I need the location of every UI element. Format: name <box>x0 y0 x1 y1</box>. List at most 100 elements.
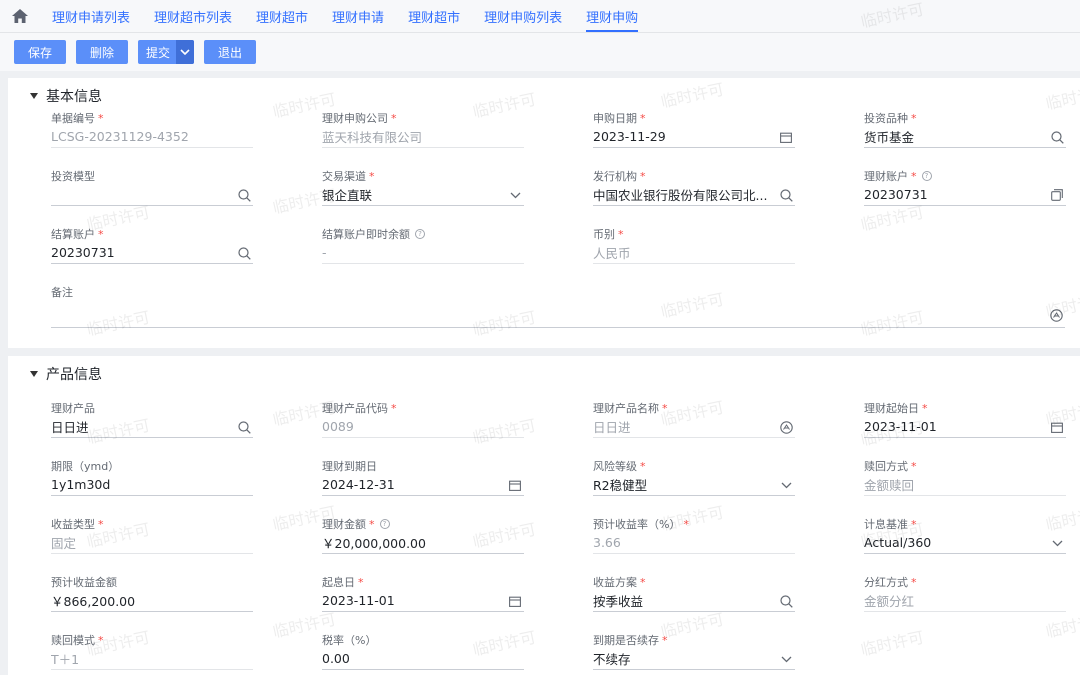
trade-channel-field[interactable]: 交易渠道 * 银企直联 <box>322 168 524 206</box>
purchase-date-value[interactable]: 2023-11-29 <box>593 129 666 144</box>
field-label: 投资模型 <box>51 170 95 183</box>
expected-rate-field: 预计收益率（%） * 3.66 <box>593 516 795 554</box>
invest-variety-value[interactable]: 货币基金 <box>864 127 914 146</box>
value-date-value[interactable]: 2023-11-01 <box>322 593 395 608</box>
tab-market[interactable]: 理财超市 <box>244 0 320 32</box>
field-label: 理财账户 <box>864 170 908 183</box>
tab-apply-list[interactable]: 理财申请列表 <box>40 0 142 32</box>
calendar-icon[interactable] <box>779 130 793 144</box>
income-scheme-value[interactable]: 按季收益 <box>593 591 643 610</box>
settle-account-field[interactable]: 结算账户 * 20230731 <box>51 226 253 264</box>
home-icon[interactable] <box>0 0 40 32</box>
calendar-icon[interactable] <box>1050 420 1064 434</box>
tab-purchase[interactable]: 理财申购 <box>574 0 650 32</box>
company-value: 蓝天科技有限公司 <box>322 130 423 145</box>
translate-icon[interactable] <box>1049 308 1063 322</box>
copy-icon[interactable] <box>1050 188 1064 202</box>
save-button[interactable]: 保存 <box>14 40 67 64</box>
submit-button[interactable]: 提交 <box>138 40 176 64</box>
field-label: 结算账户即时余额 <box>322 228 410 241</box>
basic-info-panel: 基本信息 单据编号 * LCSG-20231129-4352 理财申购公司 * 蓝天… <box>8 78 1080 348</box>
field-label: 理财产品名称 <box>593 402 659 415</box>
amount-field[interactable]: 理财金额 *? ￥20,000,000.00 <box>322 516 524 554</box>
exit-button[interactable]: 退出 <box>204 40 257 64</box>
search-icon[interactable] <box>237 246 251 260</box>
tax-rate-value[interactable]: 0.00 <box>322 651 350 666</box>
trade-channel-value[interactable]: 银企直联 <box>322 185 372 204</box>
field-label: 理财起始日 <box>864 402 919 415</box>
product-field[interactable]: 理财产品 日日进 <box>51 400 253 438</box>
remark-field[interactable]: 备注 <box>51 284 1065 328</box>
balance-value: - <box>322 245 327 260</box>
search-icon[interactable] <box>237 420 251 434</box>
search-icon[interactable] <box>779 188 793 202</box>
risk-level-value[interactable]: R2稳健型 <box>593 475 647 494</box>
maturity-date-field[interactable]: 理财到期日 2024-12-31 <box>322 458 524 496</box>
maturity-date-value[interactable]: 2024-12-31 <box>322 477 395 492</box>
expected-income-field[interactable]: 预计收益金额 ￥866,200.00 <box>51 574 253 612</box>
issuer-value[interactable]: 中国农业银行股份有限公司北... <box>593 185 767 204</box>
dividend-way-field: 分红方式 * 金额分红 <box>864 574 1066 612</box>
tab-market-2[interactable]: 理财超市 <box>396 0 472 32</box>
product-value[interactable]: 日日进 <box>51 417 89 436</box>
search-icon[interactable] <box>1050 130 1064 144</box>
translate-icon[interactable] <box>779 420 793 434</box>
tax-rate-field[interactable]: 税率（%） 0.00 <box>322 632 524 670</box>
field-label: 预计收益金额 <box>51 576 117 589</box>
risk-level-field[interactable]: 风险等级 * R2稳健型 <box>593 458 795 496</box>
section-title: 产品信息 <box>46 367 102 383</box>
field-label: 发行机构 <box>593 170 637 183</box>
field-label: 结算账户 <box>51 228 95 241</box>
chevron-down-icon[interactable] <box>779 652 793 666</box>
renew-field[interactable]: 到期是否续存 * 不续存 <box>593 632 795 670</box>
collapse-triangle-icon[interactable] <box>30 371 38 377</box>
search-icon[interactable] <box>237 188 251 202</box>
help-icon[interactable]: ? <box>921 171 932 181</box>
redeem-mode-value: T＋1 <box>51 652 80 667</box>
field-label: 分红方式 <box>864 576 908 589</box>
chevron-down-icon[interactable] <box>176 40 195 64</box>
redeem-mode-field: 赎回模式 * T＋1 <box>51 632 253 670</box>
interest-basis-field[interactable]: 计息基准 * Actual/360 <box>864 516 1066 554</box>
issuer-field[interactable]: 发行机构 * 中国农业银行股份有限公司北... <box>593 168 795 206</box>
start-date-value[interactable]: 2023-11-01 <box>864 419 937 434</box>
chevron-down-icon[interactable] <box>508 188 522 202</box>
delete-button[interactable]: 删除 <box>76 40 129 64</box>
help-icon[interactable]: ? <box>415 229 425 239</box>
product-info-header[interactable]: 产品信息 <box>30 364 102 384</box>
collapse-triangle-icon[interactable] <box>30 93 38 99</box>
settle-account-value[interactable]: 20230731 <box>51 245 115 260</box>
renew-value[interactable]: 不续存 <box>593 649 631 668</box>
start-date-field[interactable]: 理财起始日 * 2023-11-01 <box>864 400 1066 438</box>
wealth-account-field[interactable]: 理财账户 *? 20230731 <box>864 168 1066 206</box>
field-label: 风险等级 <box>593 460 637 473</box>
wealth-account-value[interactable]: 20230731 <box>864 187 928 202</box>
field-label: 理财金额 <box>322 518 366 531</box>
field-label: 交易渠道 <box>322 170 366 183</box>
income-scheme-field[interactable]: 收益方案 * 按季收益 <box>593 574 795 612</box>
calendar-icon[interactable] <box>508 478 522 492</box>
tab-purchase-list[interactable]: 理财申购列表 <box>472 0 574 32</box>
amount-value[interactable]: ￥20,000,000.00 <box>322 533 426 552</box>
search-icon[interactable] <box>779 594 793 608</box>
invest-variety-field[interactable]: 投资品种 * 货币基金 <box>864 110 1066 148</box>
term-field[interactable]: 期限（ymd） 1y1m30d <box>51 458 253 496</box>
balance-field: 结算账户即时余额? - <box>322 226 524 264</box>
term-value[interactable]: 1y1m30d <box>51 477 110 492</box>
field-label: 理财到期日 <box>322 460 377 473</box>
calendar-icon[interactable] <box>508 594 522 608</box>
field-label: 期限（ymd） <box>51 460 120 473</box>
field-label: 单据编号 <box>51 112 95 125</box>
purchase-date-field[interactable]: 申购日期 * 2023-11-29 <box>593 110 795 148</box>
help-icon[interactable]: ? <box>379 519 390 529</box>
tab-apply[interactable]: 理财申请 <box>320 0 396 32</box>
product-code-value: 0089 <box>322 419 354 434</box>
chevron-down-icon[interactable] <box>1050 536 1064 550</box>
value-date-field[interactable]: 起息日 * 2023-11-01 <box>322 574 524 612</box>
basic-info-header[interactable]: 基本信息 <box>30 86 102 106</box>
invest-model-field[interactable]: 投资模型 <box>51 168 253 206</box>
tab-market-list[interactable]: 理财超市列表 <box>142 0 244 32</box>
expected-income-value[interactable]: ￥866,200.00 <box>51 591 135 610</box>
chevron-down-icon[interactable] <box>779 478 793 492</box>
interest-basis-value[interactable]: Actual/360 <box>864 535 931 550</box>
